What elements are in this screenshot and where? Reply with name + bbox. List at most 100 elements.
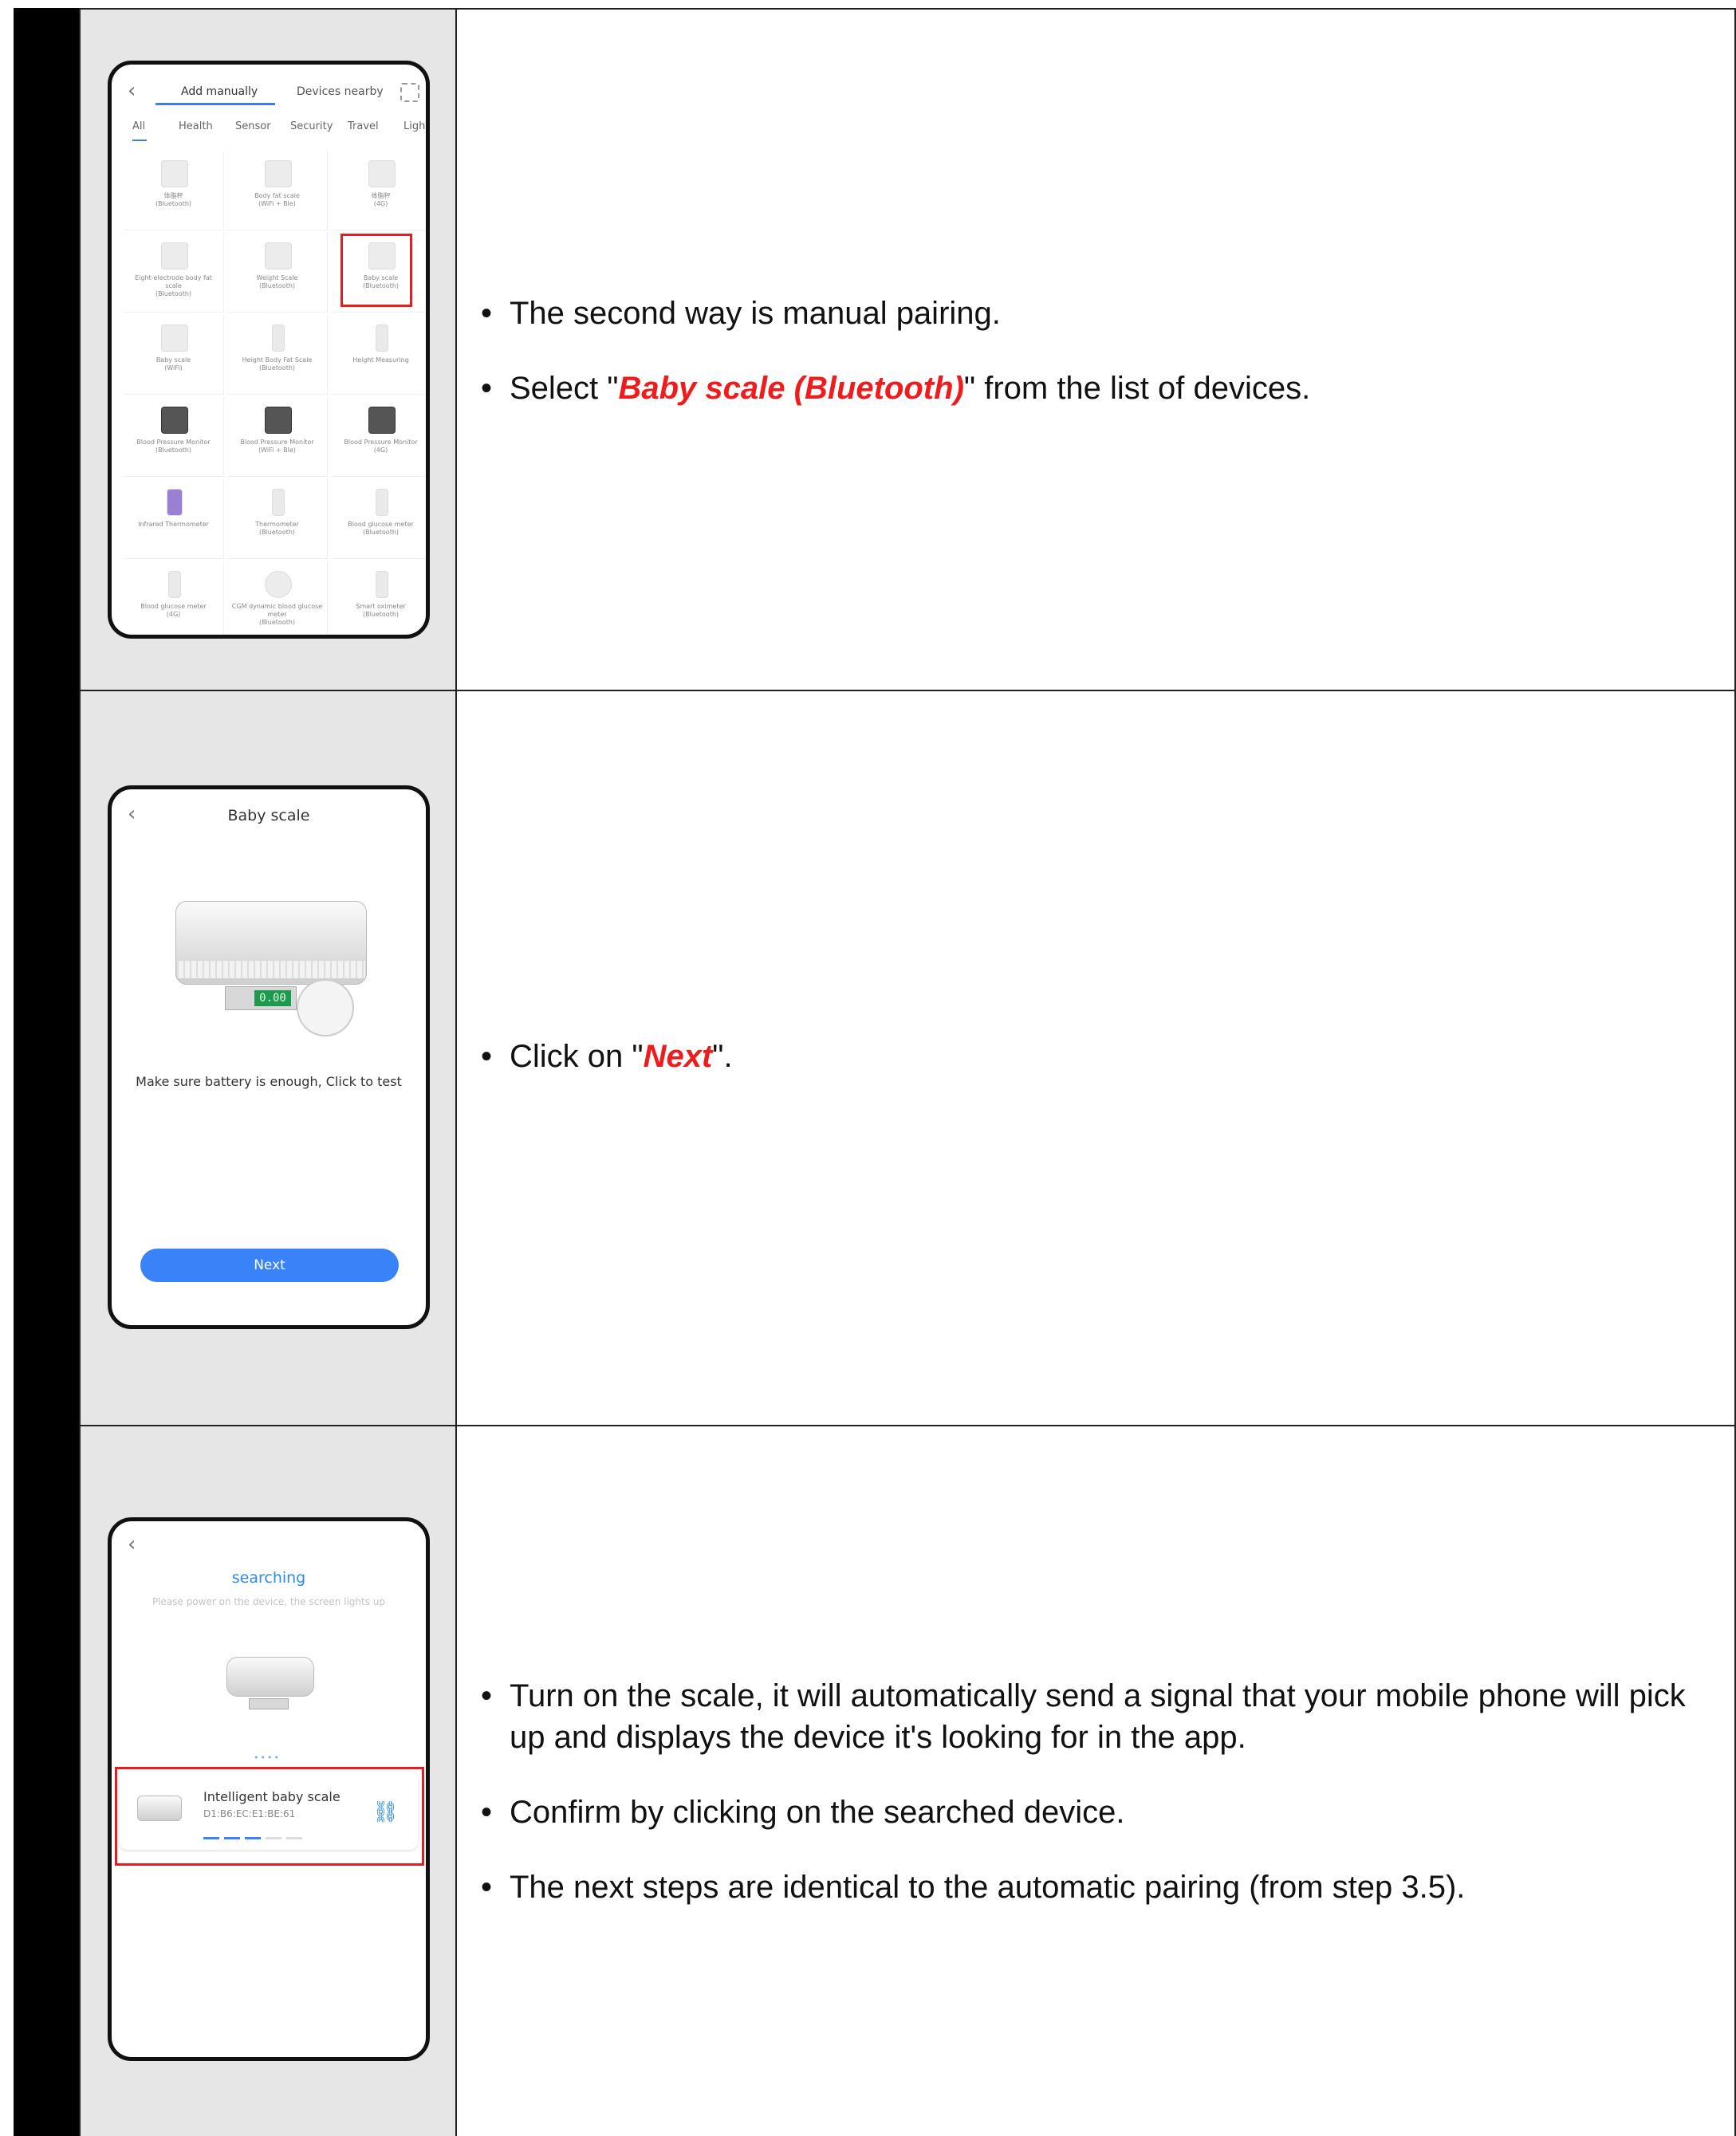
back-icon[interactable]: ‹: [128, 1532, 136, 1556]
instruction-text: Turn on the scale, it will automatically…: [510, 1678, 1686, 1755]
device-label: CGM dynamic blood glucose meter (Bluetoo…: [231, 603, 323, 626]
phone-screen-baby-scale: ‹ Baby scale 0.00 Make sure battery is e…: [108, 785, 430, 1329]
blood-pressure-monitor-icon: [265, 407, 292, 434]
device-label: Blood Pressure Monitor (Bluetooth): [136, 439, 211, 454]
blood-pressure-monitor-icon: [368, 407, 396, 434]
device-item[interactable]: Body fat scale (WiFi + Ble): [227, 151, 328, 230]
instruction-text: The second way is manual pairing.: [510, 296, 1001, 331]
baby-scale-image: [226, 1657, 314, 1697]
highlight-box: [115, 1767, 424, 1866]
device-item[interactable]: 体脂秤 (Bluetooth): [124, 151, 224, 230]
category-all[interactable]: All: [132, 120, 145, 132]
app-header: ‹ Add manually Devices nearby: [112, 79, 426, 111]
scan-icon[interactable]: [400, 83, 419, 102]
device-label: Height Body Fat Scale (Bluetooth): [242, 356, 313, 372]
device-label: Baby scale (WiFi): [155, 356, 191, 372]
finger-tap-icon: [297, 979, 354, 1037]
table-row: ‹ searching Please power on the device, …: [81, 1426, 1736, 2136]
device-item[interactable]: Weight Scale (Bluetooth): [227, 233, 328, 313]
active-tab-indicator: [155, 103, 275, 105]
instruction-text: Confirm by clicking on the searched devi…: [510, 1795, 1125, 1830]
glucose-meter-icon: [376, 489, 388, 516]
instruction-text: The next steps are identical to the auto…: [510, 1870, 1466, 1905]
height-scale-icon: [272, 325, 285, 352]
device-item[interactable]: Blood glucose meter (Bluetooth): [331, 479, 426, 559]
device-label: Blood Pressure Monitor (4G): [344, 439, 418, 454]
blood-pressure-monitor-icon: [161, 407, 188, 434]
category-light[interactable]: Light: [403, 120, 426, 132]
highlighted-term: Baby scale (Bluetooth): [618, 371, 964, 406]
glucose-meter-icon: [168, 571, 181, 598]
category-travel[interactable]: Travel: [348, 120, 379, 132]
scale-icon: [368, 160, 396, 187]
tab-add-manually[interactable]: Add manually: [181, 85, 258, 98]
category-sensor[interactable]: Sensor: [235, 120, 271, 132]
device-item[interactable]: Blood glucose meter (4G): [124, 561, 224, 635]
back-icon[interactable]: ‹: [128, 79, 136, 103]
instruction-cell: • Turn on the scale, it will automaticall…: [457, 1426, 1736, 2136]
page-title: Baby scale: [227, 807, 310, 824]
device-label: Blood Pressure Monitor (WiFi + Ble): [240, 439, 314, 454]
infrared-thermometer-icon: [167, 489, 183, 516]
tab-devices-nearby[interactable]: Devices nearby: [297, 85, 384, 98]
device-item[interactable]: Infrared Thermometer: [124, 479, 224, 559]
lcd-readout: 0.00: [254, 990, 291, 1006]
device-label: Body fat scale (WiFi + Ble): [254, 192, 300, 207]
oximeter-icon: [376, 571, 388, 598]
category-health[interactable]: Health: [179, 120, 213, 132]
category-bar: All Health Sensor Security Travel Light: [112, 120, 426, 144]
device-label: Blood glucose meter (4G): [140, 603, 207, 618]
scale-icon: [161, 242, 188, 269]
device-label: Weight Scale (Bluetooth): [256, 274, 298, 289]
device-label: Blood glucose meter (Bluetooth): [348, 521, 414, 536]
phone-screen-add-device: ‹ Add manually Devices nearby All Health…: [108, 61, 430, 639]
next-button[interactable]: Next: [140, 1249, 399, 1282]
instruction-text: Click on ": [510, 1039, 644, 1074]
device-item[interactable]: Blood Pressure Monitor (Bluetooth): [124, 397, 224, 477]
scale-icon: [265, 242, 292, 269]
instruction-item: • Turn on the scale, it will automaticall…: [481, 1678, 1686, 1755]
device-item[interactable]: Thermometer (Bluetooth): [227, 479, 328, 559]
phone-screen-searching: ‹ searching Please power on the device, …: [108, 1517, 430, 2061]
height-meter-icon: [376, 325, 388, 352]
device-item[interactable]: Blood Pressure Monitor (4G): [331, 397, 426, 477]
device-item[interactable]: Eight-electrode body fat scale (Bluetoot…: [124, 233, 224, 313]
device-label: Height Measuring: [352, 356, 409, 364]
device-item[interactable]: Baby scale (WiFi): [124, 315, 224, 395]
scale-display: 0.00: [225, 986, 297, 1010]
highlight-box: [341, 234, 412, 307]
category-security[interactable]: Security: [290, 120, 333, 132]
device-item[interactable]: Height Body Fat Scale (Bluetooth): [227, 315, 328, 395]
loading-dots: ••••: [254, 1752, 281, 1763]
device-item[interactable]: Blood Pressure Monitor (WiFi + Ble): [227, 397, 328, 477]
instruction-list: • The second way is manual pairing. • Sele…: [481, 293, 1703, 443]
instruction-list: • Click on "Next".: [481, 1036, 1703, 1111]
device-label: Infrared Thermometer: [138, 521, 209, 528]
cgm-sensor-icon: [265, 571, 292, 598]
instruction-cell: • Click on "Next".: [457, 691, 1736, 1425]
instruction-item: • Select "Baby scale (Bluetooth)" from th…: [481, 371, 1311, 406]
instruction-text: ".: [712, 1039, 733, 1074]
category-indicator: [132, 140, 147, 141]
page-title: searching: [231, 1569, 306, 1587]
table-row: ‹ Baby scale 0.00 Make sure battery is e…: [81, 691, 1736, 1426]
baby-scale-icon: [161, 325, 188, 352]
left-margin-bar: [14, 8, 79, 2136]
device-label: 体脂秤 (4G): [371, 192, 391, 207]
scale-icon: [161, 160, 188, 187]
device-label: Smart oximeter (Bluetooth): [356, 603, 406, 618]
screenshot-cell: ‹ Add manually Devices nearby All Health…: [81, 10, 457, 690]
table-row: ‹ Add manually Devices nearby All Health…: [81, 10, 1736, 691]
instruction-message: Make sure battery is enough, Click to te…: [136, 1074, 402, 1089]
instruction-item: • The second way is manual pairing.: [481, 296, 1001, 331]
device-item[interactable]: Height Measuring: [331, 315, 426, 395]
device-item[interactable]: CGM dynamic blood glucose meter (Bluetoo…: [227, 561, 328, 635]
instruction-list: • Turn on the scale, it will automaticall…: [481, 1675, 1703, 1941]
instruction-cell: • The second way is manual pairing. • Sele…: [457, 10, 1736, 690]
device-item[interactable]: Smart oximeter (Bluetooth): [331, 561, 426, 635]
device-item[interactable]: 体脂秤 (4G): [331, 151, 426, 230]
scale-ruler: [177, 961, 365, 978]
device-label: Eight-electrode body fat scale (Bluetoot…: [135, 274, 212, 297]
instruction-table: ‹ Add manually Devices nearby All Health…: [79, 8, 1736, 2136]
screenshot-cell: ‹ Baby scale 0.00 Make sure battery is e…: [81, 691, 457, 1425]
